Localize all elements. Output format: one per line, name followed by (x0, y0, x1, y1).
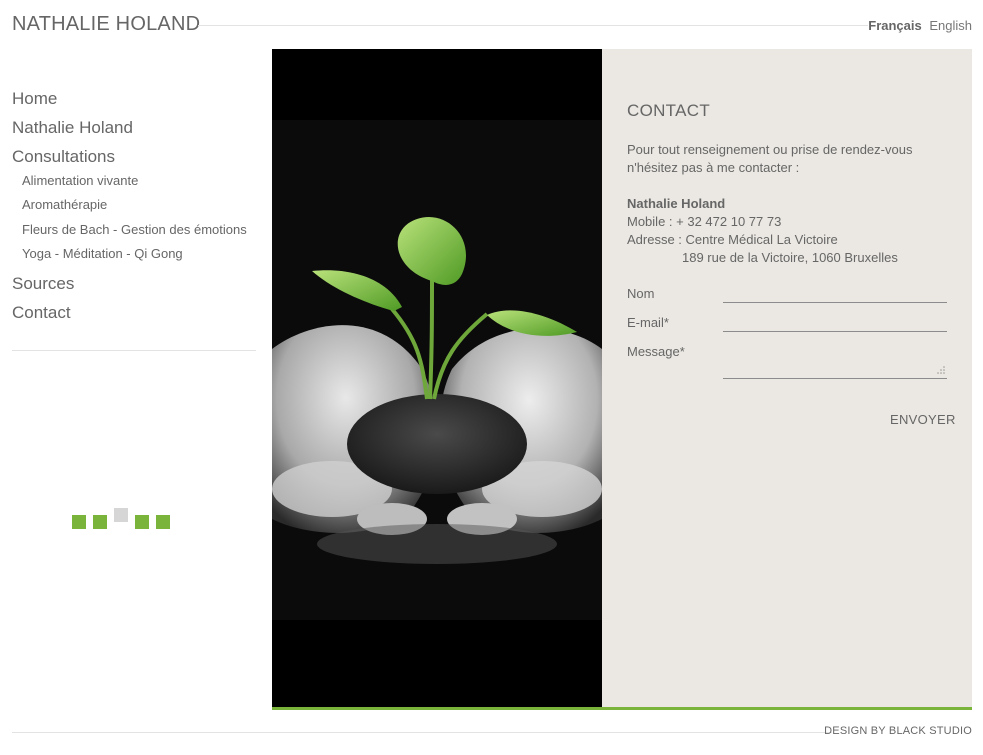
contact-name: Nathalie Holand (627, 196, 726, 211)
lang-francais[interactable]: Français (868, 18, 921, 33)
nav-item-contact[interactable]: Contact (12, 302, 256, 331)
plant-in-hands-photo (272, 49, 602, 707)
loader-square (72, 515, 86, 529)
contact-address-line1: Adresse : Centre Médical La Victoire (627, 232, 838, 247)
site-title[interactable]: NATHALIE HOLAND (12, 13, 200, 36)
contact-intro-line1: Pour tout renseignement ou prise de rend… (627, 142, 913, 157)
plant-illustration (272, 217, 602, 564)
loader-square (93, 515, 107, 529)
textarea-resize-icon[interactable] (935, 366, 945, 376)
contact-address-line2: 189 rue de la Victoire, 1060 Bruxelles (682, 250, 898, 265)
email-label: E-mail* (627, 315, 669, 330)
nav-subitem-yoga-meditation[interactable]: Yoga - Méditation - Qi Gong (12, 245, 256, 269)
nav-subitem-alimentation-vivante[interactable]: Alimentation vivante (12, 172, 256, 196)
main-nav: Home Nathalie Holand Consultations Alime… (12, 88, 256, 331)
email-field[interactable] (723, 331, 947, 332)
loader-square (156, 515, 170, 529)
nav-item-consultations[interactable]: Consultations (12, 146, 256, 175)
contact-mobile: Mobile : + 32 472 10 77 73 (627, 214, 782, 229)
nav-item-nathalie-holand[interactable]: Nathalie Holand (12, 117, 256, 146)
nom-label: Nom (627, 286, 655, 301)
nav-divider (12, 350, 256, 351)
contact-title: CONTACT (627, 101, 710, 120)
nav-subitem-fleurs-de-bach[interactable]: Fleurs de Bach - Gestion des émotions (12, 221, 256, 245)
loader-square (135, 515, 149, 529)
language-switcher: Français English (864, 18, 972, 33)
footer-divider (12, 732, 832, 733)
nav-subitem-aromatherapie[interactable]: Aromathérapie (12, 196, 256, 220)
lang-english[interactable]: English (929, 18, 972, 33)
nav-item-home[interactable]: Home (12, 88, 256, 117)
loader-square (114, 508, 128, 522)
message-field[interactable] (723, 378, 947, 379)
message-label: Message* (627, 344, 685, 359)
header-divider (198, 25, 868, 26)
footer-credit-link[interactable]: DESIGN BY BLACK STUDIO (824, 725, 972, 737)
submit-button[interactable]: ENVOYER (890, 412, 956, 427)
nav-item-sources[interactable]: Sources (12, 273, 256, 302)
contact-intro-line2: n'hésitez pas à me contacter : (627, 160, 800, 175)
nom-field[interactable] (723, 302, 947, 303)
contact-panel: CONTACT Pour tout renseignement ou prise… (602, 49, 972, 707)
accent-bar (272, 707, 972, 710)
